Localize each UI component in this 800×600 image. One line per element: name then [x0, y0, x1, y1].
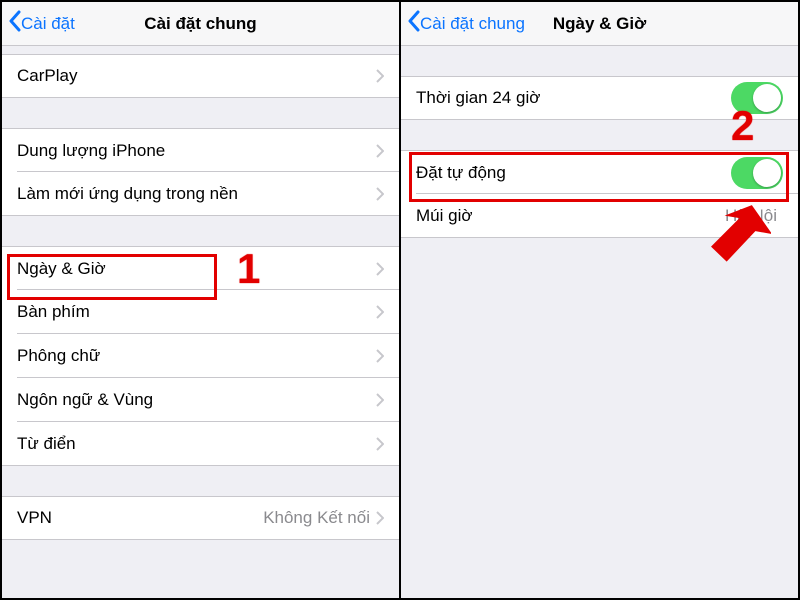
row-fonts[interactable]: Phông chữ	[2, 334, 399, 378]
row-label: Ngôn ngữ & Vùng	[17, 390, 376, 410]
general-settings-screen: Cài đặt Cài đặt chung CarPlay Dung lượng…	[2, 2, 399, 598]
back-label: Cài đặt	[21, 14, 75, 34]
row-value: Hà Nội	[725, 206, 777, 226]
row-label: Ngày & Giờ	[17, 259, 376, 279]
chevron-left-icon	[8, 10, 21, 37]
row-24h-time[interactable]: Thời gian 24 giờ	[401, 76, 798, 120]
chevron-right-icon	[376, 305, 384, 319]
row-value: Không Kết nối	[263, 508, 370, 528]
chevron-right-icon	[376, 511, 384, 525]
row-keyboard[interactable]: Bàn phím	[2, 290, 399, 334]
chevron-right-icon	[376, 69, 384, 83]
row-set-automatically[interactable]: Đặt tự động	[401, 150, 798, 194]
row-label: Dung lượng iPhone	[17, 141, 376, 161]
toggle-set-automatically[interactable]	[731, 157, 783, 189]
row-label: Múi giờ	[416, 206, 725, 226]
back-button[interactable]: Cài đặt chung	[401, 10, 525, 37]
navbar: Cài đặt Cài đặt chung	[2, 2, 399, 46]
chevron-right-icon	[376, 262, 384, 276]
row-language-region[interactable]: Ngôn ngữ & Vùng	[2, 378, 399, 422]
row-dictionary[interactable]: Từ điển	[2, 422, 399, 466]
row-vpn[interactable]: VPN Không Kết nối	[2, 496, 399, 540]
row-carplay[interactable]: CarPlay	[2, 54, 399, 98]
toggle-24h-time[interactable]	[731, 82, 783, 114]
chevron-right-icon	[376, 349, 384, 363]
row-label: Bàn phím	[17, 302, 376, 322]
row-label: Thời gian 24 giờ	[416, 88, 731, 108]
chevron-right-icon	[376, 393, 384, 407]
row-background-refresh[interactable]: Làm mới ứng dụng trong nền	[2, 172, 399, 216]
row-label: Phông chữ	[17, 346, 376, 366]
date-time-settings-screen: Cài đặt chung Ngày & Giờ Thời gian 24 gi…	[399, 2, 798, 598]
row-label: VPN	[17, 508, 263, 528]
row-label: Làm mới ứng dụng trong nền	[17, 184, 376, 204]
back-button[interactable]: Cài đặt	[2, 10, 75, 37]
chevron-left-icon	[407, 10, 420, 37]
row-timezone[interactable]: Múi giờ Hà Nội	[401, 194, 798, 238]
navbar: Cài đặt chung Ngày & Giờ	[401, 2, 798, 46]
chevron-right-icon	[376, 187, 384, 201]
row-date-time[interactable]: Ngày & Giờ	[2, 246, 399, 290]
row-label: Đặt tự động	[416, 163, 731, 183]
row-label: CarPlay	[17, 66, 376, 86]
back-label: Cài đặt chung	[420, 14, 525, 34]
row-storage[interactable]: Dung lượng iPhone	[2, 128, 399, 172]
row-label: Từ điển	[17, 434, 376, 454]
chevron-right-icon	[376, 437, 384, 451]
chevron-right-icon	[376, 144, 384, 158]
